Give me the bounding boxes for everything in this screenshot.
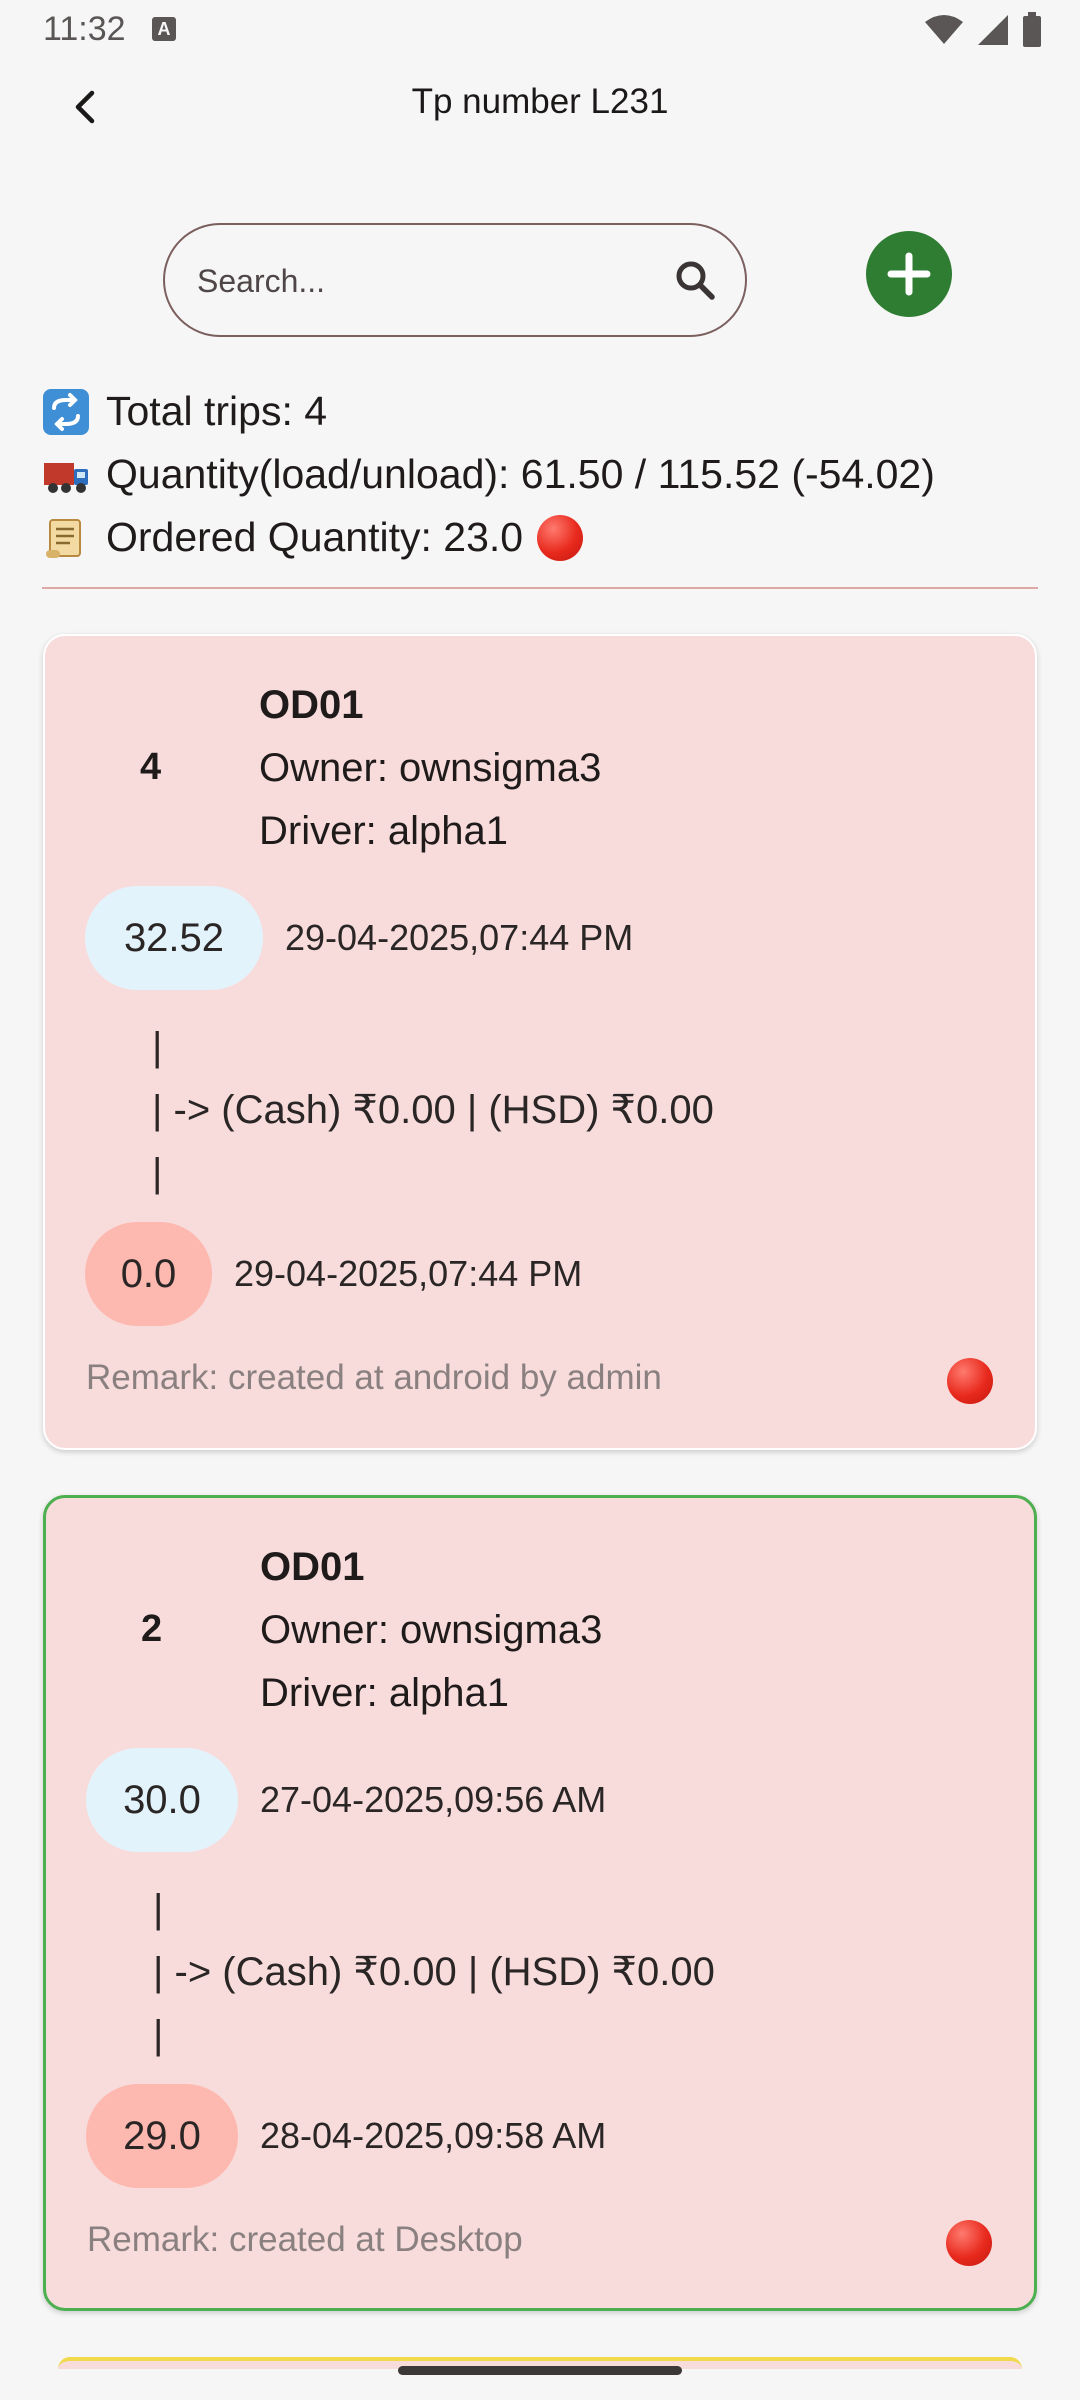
trip-driver: Driver: alpha1 (260, 1671, 510, 1715)
ordered-quantity-text: Ordered Quantity: 23.0 (106, 514, 524, 560)
payment-text: | -> (Cash) ₹0.00 | (HSD) ₹0.00 (153, 1950, 715, 1994)
trip-summary: Total trips: 4 Quantity(load/unload): 61… (42, 380, 1042, 569)
red-status-dot-icon (947, 1358, 993, 1404)
payment-text: | -> (Cash) ₹0.00 | (HSD) ₹0.00 (152, 1088, 714, 1132)
trip-card[interactable]: 4 OD01 Owner: ownsigma3 Driver: alpha1 3… (43, 634, 1037, 1450)
total-trips-text: Total trips: 4 (106, 388, 328, 434)
trip-card[interactable]: 2 OD01 Owner: ownsigma3 Driver: alpha1 3… (43, 1495, 1037, 2311)
payment-block: | | -> (Cash) ₹0.00 | (HSD) ₹0.00 | (153, 1878, 715, 2067)
load-timestamp: 29-04-2025,07:44 PM (285, 917, 634, 958)
trip-index: 4 (140, 746, 162, 788)
battery-icon (1023, 12, 1041, 47)
truck-icon (42, 451, 92, 499)
search-field[interactable] (163, 223, 747, 337)
trip-remark: Remark: created at android by admin (86, 1358, 662, 1397)
unload-quantity-badge: 0.0 (85, 1222, 212, 1326)
load-quantity-badge: 30.0 (86, 1748, 238, 1852)
page-title: Tp number L231 (411, 82, 669, 121)
unload-timestamp: 29-04-2025,07:44 PM (234, 1253, 583, 1294)
top-app-bar: Tp number L231 (0, 60, 1080, 150)
system-icons (924, 12, 1042, 48)
pipe-top: | (153, 1887, 164, 1931)
signal-icon (978, 15, 1008, 45)
total-trips-row: Total trips: 4 (42, 380, 1042, 443)
trip-owner: Owner: ownsigma3 (259, 746, 602, 790)
trip-remark: Remark: created at Desktop (87, 2220, 523, 2259)
scroll-icon (42, 514, 92, 562)
pipe-bottom: | (153, 2013, 164, 2057)
trip-index: 2 (141, 1608, 163, 1650)
unload-timestamp: 28-04-2025,09:58 AM (260, 2115, 607, 2156)
plus-icon (887, 252, 931, 296)
quantity-text: Quantity(load/unload): 61.50 / 115.52 (-… (106, 451, 935, 497)
summary-divider (42, 587, 1038, 589)
home-indicator[interactable] (398, 2366, 682, 2375)
payment-block: | | -> (Cash) ₹0.00 | (HSD) ₹0.00 | (152, 1016, 714, 1205)
ordered-quantity-row: Ordered Quantity: 23.0 (42, 506, 1042, 569)
unload-quantity-badge: 29.0 (86, 2084, 238, 2188)
pipe-bottom: | (152, 1151, 163, 1195)
red-status-dot-icon (946, 2220, 992, 2266)
status-bar: 11:32 A (0, 0, 1080, 60)
red-status-dot-icon (537, 514, 584, 561)
search-icon[interactable] (673, 258, 717, 302)
pipe-top: | (152, 1025, 163, 1069)
trip-code: OD01 (260, 1545, 365, 1589)
load-timestamp: 27-04-2025,09:56 AM (260, 1779, 607, 1820)
repeat-arrows-icon (42, 388, 92, 436)
trip-code: OD01 (259, 683, 364, 727)
trip-owner: Owner: ownsigma3 (260, 1608, 603, 1652)
search-input[interactable] (195, 225, 639, 337)
trip-driver: Driver: alpha1 (259, 809, 509, 853)
notification-icon: A (152, 17, 176, 41)
quantity-row: Quantity(load/unload): 61.50 / 115.52 (-… (42, 443, 1042, 506)
wifi-icon (925, 15, 963, 44)
add-trip-button[interactable] (866, 231, 952, 317)
load-quantity-badge: 32.52 (85, 886, 263, 990)
status-time: 11:32 (43, 10, 126, 48)
